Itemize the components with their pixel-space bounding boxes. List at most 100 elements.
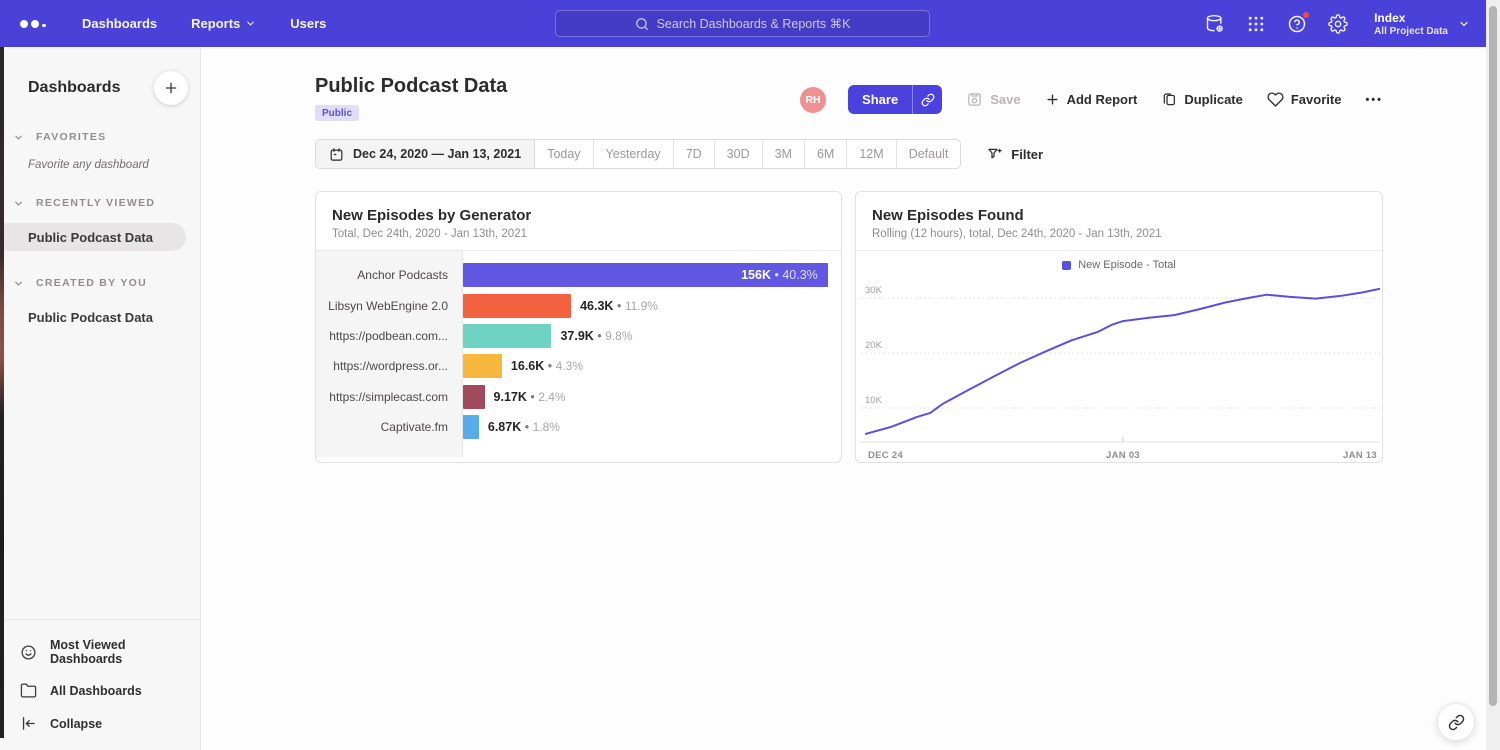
collapse-icon (20, 715, 37, 732)
sidebar-footer-all-dashboards[interactable]: All Dashboards (0, 674, 200, 707)
sidebar-item-public-podcast-data[interactable]: Public Podcast Data (0, 303, 200, 331)
footer-item-label: Collapse (50, 717, 102, 731)
page-scrollbar[interactable] (1486, 0, 1500, 750)
nav-item-reports[interactable]: Reports (191, 16, 256, 31)
chart-legend: New Episode - Total (856, 251, 1382, 271)
sidebar-footer-collapse[interactable]: Collapse (0, 707, 200, 740)
date-range-button[interactable]: Dec 24, 2020 — Jan 13, 2021 (316, 140, 535, 168)
preset-6m[interactable]: 6M (805, 140, 847, 168)
plus-icon (1045, 92, 1060, 107)
add-dashboard-button[interactable] (154, 71, 188, 105)
card-title: New Episodes by Generator (332, 207, 825, 224)
page-title: Public Podcast Data (315, 75, 507, 98)
chevron-down-icon (13, 278, 24, 289)
search-placeholder: Search Dashboards & Reports ⌘K (657, 16, 851, 31)
copy-icon (1161, 92, 1177, 108)
card-new-episodes-by-generator[interactable]: New Episodes by Generator Total, Dec 24t… (315, 191, 842, 463)
section-label: RECENTLY VIEWED (36, 197, 155, 209)
filter-button[interactable]: Filter (987, 146, 1043, 162)
footer-item-label: Most Viewed Dashboards (50, 638, 200, 666)
preset-3m[interactable]: 3M (763, 140, 805, 168)
bar-category-label: https://simplecast.com (316, 382, 462, 412)
card-subtitle: Rolling (12 hours), total, Dec 24th, 202… (872, 228, 1366, 240)
add-report-button[interactable]: Add Report (1045, 92, 1138, 107)
sidebar-footer-most-viewed-dashboards[interactable]: Most Viewed Dashboards (0, 630, 200, 674)
section-header-recently-viewed[interactable]: RECENTLY VIEWED (0, 197, 200, 209)
bar-captivate-fm[interactable] (463, 415, 479, 439)
svg-text:JAN 13: JAN 13 (1343, 450, 1377, 461)
data-management-icon[interactable] (1204, 13, 1226, 35)
settings-gear-icon[interactable] (1327, 13, 1349, 35)
card-new-episodes-found[interactable]: New Episodes Found Rolling (12 hours), t… (855, 191, 1383, 463)
bar-value-label: 6.87K • 1.8% (488, 420, 560, 434)
more-options-button[interactable]: ••• (1365, 94, 1383, 106)
search-input[interactable]: Search Dashboards & Reports ⌘K (555, 10, 930, 37)
apps-grid-icon[interactable] (1245, 13, 1267, 35)
preset-default[interactable]: Default (897, 140, 961, 168)
bar-anchor-podcasts[interactable]: 156K • 40.3% (463, 263, 828, 287)
bar-https-simplecast-com[interactable] (463, 385, 485, 409)
footer-item-label: All Dashboards (50, 684, 142, 698)
bar-category-label: Anchor Podcasts (316, 260, 462, 290)
preset-30d[interactable]: 30D (715, 140, 763, 168)
section-label: CREATED BY YOU (36, 277, 147, 289)
public-badge: Public (315, 105, 359, 121)
save-button[interactable]: Save (966, 91, 1020, 108)
project-switcher[interactable]: Index All Project Data (1374, 11, 1470, 37)
nav-item-dashboards[interactable]: Dashboards (82, 16, 157, 31)
sidebar-section-recently-viewed: RECENTLY VIEWED Public Podcast Data (0, 197, 200, 251)
primary-nav: Dashboards Reports Users (82, 16, 326, 31)
duplicate-button[interactable]: Duplicate (1161, 92, 1243, 108)
section-header-created-by-you[interactable]: CREATED BY YOU (0, 277, 200, 289)
bar-libsyn-webengine-2-0[interactable] (463, 294, 571, 318)
background-window-edge (0, 47, 4, 738)
help-icon[interactable] (1286, 13, 1308, 35)
svg-text:JAN 03: JAN 03 (1106, 450, 1140, 461)
favorite-button[interactable]: Favorite (1267, 91, 1342, 108)
bar-row: 16.6K • 4.3% (463, 351, 841, 381)
filter-icon (987, 146, 1003, 162)
preset-7d[interactable]: 7D (674, 140, 715, 168)
sidebar-item-public-podcast-data[interactable]: Public Podcast Data (0, 223, 186, 251)
sidebar: Dashboards FAVORITESFavorite any dashboa… (0, 47, 201, 750)
preset-12m[interactable]: 12M (847, 140, 896, 168)
bar-value-label: 9.17K • 2.4% (494, 390, 566, 404)
legend-label: New Episode - Total (1078, 259, 1176, 271)
mixpanel-logo-icon[interactable] (20, 20, 54, 28)
avatar[interactable]: RH (800, 87, 826, 113)
copy-link-fab[interactable] (1437, 703, 1475, 741)
bar-value-label: 37.9K • 9.8% (560, 329, 632, 343)
scrollbar-thumb[interactable] (1489, 6, 1497, 706)
link-icon (921, 93, 935, 107)
bar-row: 156K • 40.3% (463, 260, 841, 290)
sidebar-title: Dashboards (28, 79, 120, 97)
nav-item-label: Users (290, 16, 326, 31)
bar-https-podbean-com[interactable] (463, 324, 551, 348)
share-button[interactable]: Share (848, 85, 912, 114)
project-subtitle: All Project Data (1374, 26, 1448, 37)
card-subtitle: Total, Dec 24th, 2020 - Jan 13th, 2021 (332, 228, 825, 240)
bar-category-label: Captivate.fm (316, 412, 462, 442)
heart-icon (1267, 91, 1284, 108)
bar-category-label: https://podbean.com... (316, 321, 462, 351)
bar-row: 9.17K • 2.4% (463, 382, 841, 412)
bar-chart: Anchor PodcastsLibsyn WebEngine 2.0https… (316, 251, 841, 457)
nav-item-users[interactable]: Users (290, 16, 326, 31)
preset-yesterday[interactable]: Yesterday (594, 140, 674, 168)
line-chart: 10K20K30KDEC 24JAN 03JAN 13 (861, 275, 1378, 463)
svg-text:20K: 20K (865, 340, 883, 351)
bar-category-label: https://wordpress.or... (316, 351, 462, 381)
nav-item-label: Dashboards (82, 16, 157, 31)
bar-value-label: 46.3K • 11.9% (580, 299, 658, 313)
nav-item-label: Reports (191, 16, 240, 31)
folder-icon (20, 682, 37, 699)
preset-today[interactable]: Today (535, 140, 593, 168)
section-header-favorites[interactable]: FAVORITES (0, 131, 200, 143)
project-name: Index (1374, 11, 1448, 26)
share-link-button[interactable] (912, 85, 942, 114)
section-label: FAVORITES (36, 131, 106, 143)
bar-row: 46.3K • 11.9% (463, 290, 841, 320)
section-empty-text: Favorite any dashboard (0, 143, 200, 171)
bar-value-label: 156K • 40.3% (741, 268, 828, 282)
bar-https-wordpress-or[interactable] (463, 354, 502, 378)
